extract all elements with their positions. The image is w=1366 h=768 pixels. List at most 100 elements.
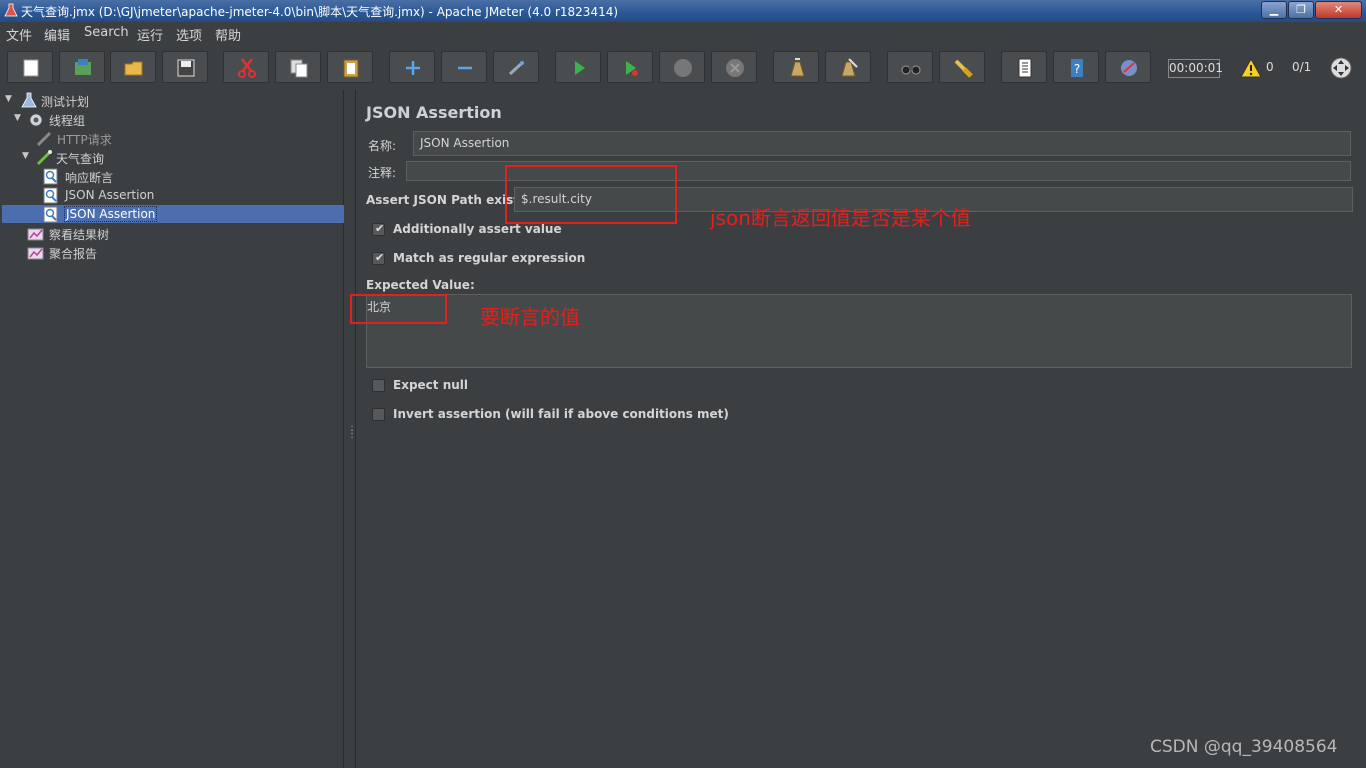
stop-button[interactable] <box>659 51 705 83</box>
checkbox-box[interactable]: ✔ <box>372 251 385 265</box>
clear-all-button[interactable] <box>825 51 871 83</box>
split-pane-divider[interactable]: ⋮ ⋮ <box>344 90 357 768</box>
remote-button[interactable] <box>1105 51 1151 83</box>
start-icon <box>575 61 585 75</box>
sampler-icon <box>36 150 52 166</box>
json-path-annotation: json断言返回值是否是某个值 <box>710 206 971 230</box>
tree-node-weather-query[interactable]: ▼ 天气查询 <box>0 148 340 167</box>
reset-search-button[interactable] <box>939 51 985 83</box>
start-button[interactable] <box>555 51 601 83</box>
expand-icon <box>406 61 420 75</box>
toggle-button[interactable] <box>493 51 539 83</box>
cut-button[interactable] <box>223 51 269 83</box>
check-mark-icon: ✔ <box>375 222 385 235</box>
name-label: 名称: <box>368 139 397 153</box>
tree-label: 线程组 <box>49 114 86 128</box>
warning-count: 0 <box>1266 60 1274 74</box>
watermark: CSDN @qq_39408564 <box>1150 737 1338 757</box>
search-button[interactable] <box>887 51 933 83</box>
toolbar: ? 00:00:01 0 0/1 <box>0 44 1366 90</box>
copy-button[interactable] <box>275 51 321 83</box>
tree-node-json-assertion-1[interactable]: JSON Assertion <box>0 186 340 205</box>
expand-all-button[interactable] <box>389 51 435 83</box>
regex-checkbox[interactable]: ✔ Match as regular expression <box>372 250 672 268</box>
function-helper-button[interactable] <box>1001 51 1047 83</box>
paste-button[interactable] <box>327 51 373 83</box>
save-icon <box>177 59 195 77</box>
invert-assertion-checkbox[interactable]: Invert assertion (will fail if above con… <box>372 406 772 424</box>
reset-search-icon <box>954 59 973 78</box>
checkbox-box[interactable] <box>372 379 385 392</box>
tree-toggle[interactable]: ▼ <box>5 94 15 104</box>
open-button[interactable] <box>110 51 156 83</box>
clear-all-icon <box>841 58 858 77</box>
close-button[interactable]: ✕ <box>1315 1 1362 19</box>
expected-value-highlight-box <box>350 294 447 324</box>
new-button[interactable] <box>7 51 53 83</box>
shutdown-button[interactable] <box>711 51 757 83</box>
tree-label: JSON Assertion <box>64 206 158 222</box>
json-path-highlight-box <box>505 165 677 224</box>
paste-icon <box>343 59 359 78</box>
open-icon <box>124 61 143 76</box>
assertion-icon <box>43 168 58 185</box>
tree-label: HTTP请求 <box>57 133 112 147</box>
menu-search[interactable]: Search <box>84 25 129 40</box>
test-plan-icon <box>21 92 37 108</box>
comment-label: 注释: <box>368 166 397 180</box>
tree-label: 测试计划 <box>41 95 90 109</box>
splitter-grip-icon: ⋮ ⋮ <box>347 425 357 440</box>
menu-edit[interactable]: 编辑 <box>44 25 70 44</box>
tree-node-thread-group[interactable]: ▼ 线程组 <box>0 110 340 129</box>
start-no-pause-button[interactable] <box>607 51 653 83</box>
menu-help[interactable]: 帮助 <box>215 25 241 44</box>
tree-node-view-results-tree[interactable]: 察看结果树 <box>0 224 340 243</box>
checkbox-box[interactable] <box>372 408 385 421</box>
tree-label: 察看结果树 <box>49 228 110 242</box>
search-icon <box>901 65 921 75</box>
tree-node-json-assertion-2[interactable]: JSON Assertion <box>0 205 340 224</box>
title-bar: 天气查询.jmx (D:\GJ\jmeter\apache-jmeter-4.0… <box>0 0 1366 22</box>
checkbox-label: Match as regular expression <box>393 251 586 265</box>
active-threads: 0/1 <box>1292 60 1312 74</box>
tree-node-test-plan[interactable]: ▼ 测试计划 <box>0 91 340 110</box>
shutdown-icon <box>726 59 744 77</box>
menu-options[interactable]: 选项 <box>176 25 202 44</box>
tree-node-http-request[interactable]: HTTP请求 <box>0 129 340 148</box>
listener-icon <box>27 247 44 260</box>
help-button[interactable]: ? <box>1053 51 1099 83</box>
minimize-button[interactable]: ▁ <box>1261 1 1287 19</box>
tree-node-response-assertion[interactable]: 响应断言 <box>0 167 340 186</box>
panel-title: JSON Assertion <box>366 103 502 122</box>
tree-node-aggregate-report[interactable]: 聚合报告 <box>0 243 340 262</box>
collapse-all-button[interactable] <box>441 51 487 83</box>
help-icon: ? <box>1071 59 1083 77</box>
maximize-button[interactable]: ❐ <box>1288 1 1314 19</box>
elapsed-timer: 00:00:01 <box>1168 59 1223 78</box>
tree-toggle[interactable]: ▼ <box>22 151 32 161</box>
clear-icon <box>790 58 805 77</box>
tree-label: 响应断言 <box>65 171 114 185</box>
tree-label: 聚合报告 <box>49 247 98 261</box>
templates-button[interactable] <box>59 51 105 83</box>
test-plan-tree: ▼ 测试计划 ▼ 线程组 HTTP请求 ▼ 天气查询 响应断言 JSON Ass… <box>0 90 344 768</box>
clear-button[interactable] <box>773 51 819 83</box>
tree-toggle[interactable]: ▼ <box>14 113 24 123</box>
collapse-icon <box>458 66 472 70</box>
expect-null-checkbox[interactable]: Expect null <box>372 377 672 395</box>
start-no-pause-icon <box>626 61 638 76</box>
checkbox-label: Expect null <box>393 378 469 392</box>
log-toggle-icon[interactable] <box>1329 56 1353 80</box>
check-mark-icon: ✔ <box>375 251 385 264</box>
stop-icon <box>674 59 692 77</box>
warning-icon[interactable] <box>1240 58 1262 78</box>
function-helper-icon <box>1018 58 1032 78</box>
cut-icon <box>238 58 256 78</box>
name-field[interactable]: JSON Assertion <box>413 131 1351 156</box>
templates-icon <box>75 59 91 75</box>
menu-run[interactable]: 运行 <box>137 25 163 44</box>
expected-value-label: Expected Value: <box>366 278 475 292</box>
save-button[interactable] <box>162 51 208 83</box>
menu-file[interactable]: 文件 <box>6 25 32 44</box>
checkbox-box[interactable]: ✔ <box>372 222 385 236</box>
